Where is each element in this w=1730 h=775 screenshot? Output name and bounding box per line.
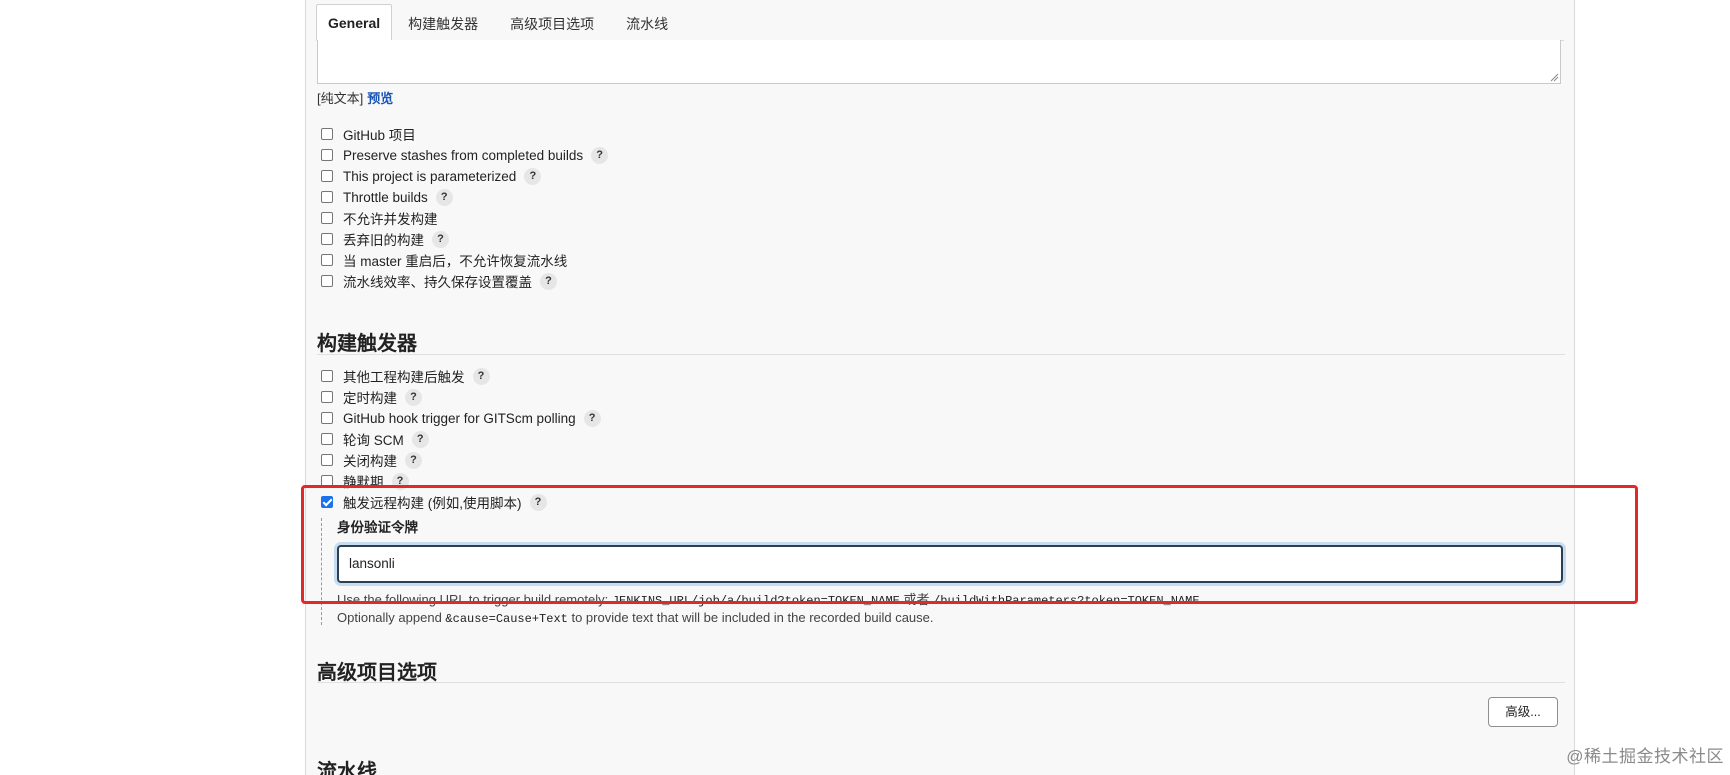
section-title-advanced-options: 高级项目选项	[317, 662, 437, 684]
auth-token-input[interactable]: lansonli	[337, 545, 1563, 583]
option-durability-override[interactable]: 流水线效率、持久保存设置覆盖 ?	[321, 271, 557, 291]
option-label: 当 master 重启后，不允许恢复流水线	[343, 254, 568, 269]
option-quiet-period[interactable]: 静默期 ?	[321, 471, 409, 491]
checkbox[interactable]	[321, 370, 333, 382]
section-divider	[317, 354, 1565, 355]
option-build-periodically[interactable]: 定时构建 ?	[321, 387, 422, 407]
checkbox[interactable]	[321, 275, 333, 287]
advanced-button[interactable]: 高级...	[1488, 697, 1558, 727]
hint-text: Use the following URL to trigger build r…	[337, 592, 612, 607]
option-label: Throttle builds	[343, 189, 428, 205]
option-no-resume-after-restart[interactable]: 当 master 重启后，不允许恢复流水线	[321, 250, 567, 270]
option-label: Preserve stashes from completed builds	[343, 147, 584, 163]
option-label: This project is parameterized	[343, 168, 517, 184]
checkbox[interactable]	[321, 391, 333, 403]
option-parameterized[interactable]: This project is parameterized ?	[321, 166, 542, 186]
checkbox[interactable]	[321, 191, 333, 203]
option-disable-build[interactable]: 关闭构建 ?	[321, 450, 422, 470]
build-url-code: JENKINS_URL/job/a/build?token=TOKEN_NAME	[611, 594, 900, 608]
checkbox[interactable]	[321, 454, 333, 466]
hint-text: Optionally append	[337, 610, 446, 625]
nested-options-guide	[321, 518, 322, 625]
config-tabs: General 构建触发器 高级项目选项 流水线	[316, 4, 1564, 41]
option-label: 流水线效率、持久保存设置覆盖	[343, 275, 532, 290]
preview-link[interactable]: 预览	[367, 91, 393, 106]
tab-pipeline[interactable]: 流水线	[610, 6, 684, 40]
remote-url-hint: Use the following URL to trigger build r…	[337, 589, 1200, 608]
option-label: 不允许并发构建	[343, 212, 438, 227]
checkbox[interactable]	[321, 128, 333, 140]
cause-code: &cause=Cause+Text	[445, 612, 568, 626]
help-icon[interactable]: ?	[524, 167, 542, 185]
help-icon[interactable]: ?	[405, 388, 422, 406]
plain-text-label: [纯文本]	[317, 91, 364, 106]
checkbox[interactable]	[321, 149, 333, 161]
help-icon[interactable]: ?	[391, 472, 409, 490]
checkbox[interactable]	[321, 254, 333, 266]
help-icon[interactable]: ?	[435, 188, 453, 206]
section-title-pipeline: 流水线	[317, 761, 377, 775]
resize-grip-icon[interactable]	[1549, 72, 1559, 82]
hint-text: to provide text that will be included in…	[567, 610, 934, 625]
option-trigger-after-other-projects[interactable]: 其他工程构建后触发 ?	[321, 366, 490, 386]
description-textarea[interactable]	[317, 40, 1561, 84]
hint-or-text: 或者	[899, 592, 934, 607]
help-icon[interactable]: ?	[432, 230, 449, 248]
help-icon[interactable]: ?	[405, 451, 422, 469]
option-label: 关闭构建	[343, 454, 397, 469]
option-throttle-builds[interactable]: Throttle builds ?	[321, 187, 453, 207]
option-discard-old-builds[interactable]: 丢弃旧的构建 ?	[321, 229, 449, 249]
help-icon[interactable]: ?	[583, 409, 601, 427]
auth-token-label: 身份验证令牌	[337, 520, 418, 535]
option-label: 定时构建	[343, 391, 397, 406]
watermark: @稀土掘金技术社区	[1566, 747, 1724, 766]
job-config-panel: General 构建触发器 高级项目选项 流水线 [纯文本] 预览 GitHub …	[305, 0, 1575, 775]
option-github-hook-trigger[interactable]: GitHub hook trigger for GITScm polling ?	[321, 408, 601, 428]
help-icon[interactable]: ?	[411, 430, 429, 448]
option-label: 静默期	[343, 475, 384, 490]
checkbox[interactable]	[321, 412, 333, 424]
help-icon[interactable]: ?	[540, 272, 557, 290]
tab-general[interactable]: General	[316, 4, 393, 41]
option-poll-scm[interactable]: 轮询 SCM ?	[321, 429, 429, 449]
checkbox-checked[interactable]	[321, 496, 333, 508]
section-divider	[317, 682, 1565, 683]
checkbox[interactable]	[321, 233, 333, 245]
option-label: GitHub 项目	[343, 128, 416, 143]
option-label: 触发远程构建 (例如,使用脚本)	[343, 496, 522, 511]
cause-hint: Optionally append &cause=Cause+Text to p…	[337, 610, 934, 626]
option-label: 其他工程构建后触发	[343, 370, 465, 385]
option-label: 轮询 SCM	[343, 433, 404, 448]
checkbox[interactable]	[321, 170, 333, 182]
section-title-build-triggers: 构建触发器	[317, 333, 417, 355]
build-with-params-url-code: /buildWithParameters?token=TOKEN_NAME	[933, 594, 1200, 608]
tab-advanced-options[interactable]: 高级项目选项	[494, 6, 610, 40]
option-preserve-stashes[interactable]: Preserve stashes from completed builds ?	[321, 145, 609, 165]
option-label: 丢弃旧的构建	[343, 233, 424, 248]
help-icon[interactable]: ?	[472, 367, 490, 385]
option-trigger-remotely[interactable]: 触发远程构建 (例如,使用脚本) ?	[321, 492, 547, 512]
description-format-line: [纯文本] 预览	[317, 88, 393, 107]
tab-build-triggers[interactable]: 构建触发器	[392, 6, 494, 40]
option-github-project[interactable]: GitHub 项目	[321, 124, 416, 144]
checkbox[interactable]	[321, 475, 333, 487]
help-icon[interactable]: ?	[529, 493, 547, 511]
checkbox[interactable]	[321, 212, 333, 224]
checkbox[interactable]	[321, 433, 333, 445]
help-icon[interactable]: ?	[591, 146, 609, 164]
option-no-concurrent-builds[interactable]: 不允许并发构建	[321, 208, 438, 228]
option-label: GitHub hook trigger for GITScm polling	[343, 410, 576, 426]
